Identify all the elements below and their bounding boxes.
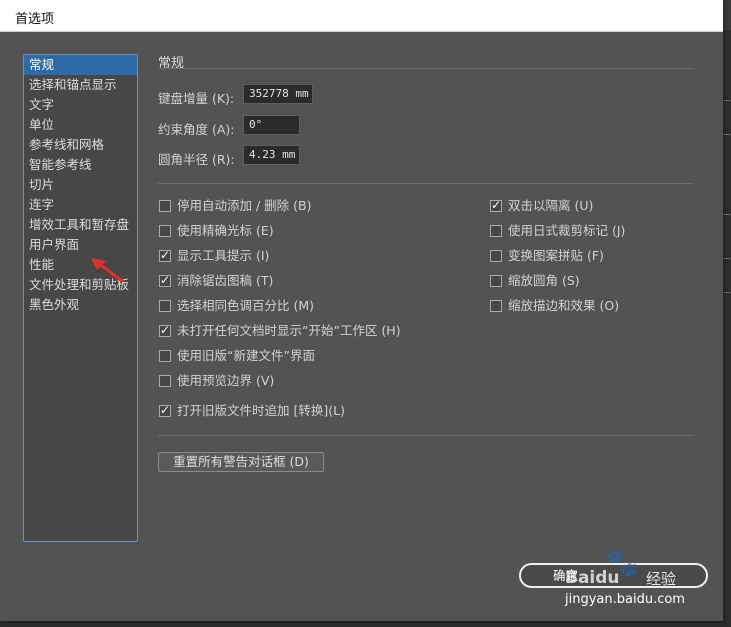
keyboard-increment-input[interactable]: 352778 mm (243, 84, 313, 104)
checkbox-label: 双击以隔离 (U) (508, 198, 594, 213)
checkmark-icon: ✓ (159, 323, 171, 337)
sidebar-item-plugins-scratch[interactable]: 增效工具和暂存盘 (24, 215, 137, 235)
checkbox-label: 选择相同色调百分比 (M) (177, 298, 315, 313)
checkbox-label: 显示工具提示 (I) (177, 248, 270, 263)
checkbox-label: 消除锯齿图稿 (T) (177, 273, 274, 288)
preferences-dialog: 首选项 常规 选择和锚点显示 文字 单位 参考线和网格 智能参考线 切片 连字 … (0, 0, 723, 621)
checkbox-box[interactable] (159, 375, 171, 387)
sidebar-item-label: 用户界面 (29, 237, 80, 252)
checkbox-label: 未打开任何文档时显示“开始”工作区 (H) (177, 323, 401, 338)
checkmark-icon: ✓ (159, 248, 171, 262)
checkbox-box[interactable]: ✓ (159, 273, 171, 287)
sidebar-item-black-appearance[interactable]: 黑色外观 (24, 295, 137, 315)
checkbox-box[interactable] (490, 275, 502, 287)
sidebar-item-smart-guides[interactable]: 智能参考线 (24, 155, 137, 175)
checkbox-box[interactable] (490, 250, 502, 262)
checkbox-box[interactable] (159, 225, 171, 237)
checkbox-box[interactable] (490, 300, 502, 312)
sidebar-item-slices[interactable]: 切片 (24, 175, 137, 195)
sidebar-item-label: 文字 (29, 97, 55, 112)
checkbox-label: 使用精确光标 (E) (177, 223, 274, 238)
checkmark-icon: ✓ (159, 403, 171, 417)
checkbox-label: 使用旧版“新建文件”界面 (177, 348, 315, 363)
watermark-text: 经验 (646, 570, 677, 588)
checkbox-box[interactable] (159, 300, 171, 312)
divider (158, 183, 692, 184)
keyboard-increment-label: 键盘增量 (K): (158, 91, 235, 106)
sidebar-item-general[interactable]: 常规 (24, 55, 137, 75)
sidebar-item-label: 参考线和网格 (29, 137, 105, 152)
corner-radius-label: 圆角半径 (R): (158, 152, 235, 167)
reset-warnings-button[interactable]: 重置所有警告对话框 (D) (158, 452, 324, 472)
sidebar-item-label: 黑色外观 (29, 297, 80, 312)
corner-radius-input[interactable]: 4.23 mm (243, 145, 300, 165)
sidebar-item-type[interactable]: 文字 (24, 95, 137, 115)
watermark-url: jingyan.baidu.com (565, 592, 685, 607)
sidebar-item-units[interactable]: 单位 (24, 115, 137, 135)
sidebar: 常规 选择和锚点显示 文字 单位 参考线和网格 智能参考线 切片 连字 增效工具… (23, 54, 138, 542)
checkbox-box[interactable]: ✓ (159, 323, 171, 337)
sidebar-item-guides-grid[interactable]: 参考线和网格 (24, 135, 137, 155)
sidebar-item-hyphenation[interactable]: 连字 (24, 195, 137, 215)
watermark-logo: Baidu (565, 568, 620, 588)
checkmark-icon: ✓ (490, 198, 502, 212)
constrain-angle-input[interactable]: 0° (243, 115, 300, 135)
sidebar-item-label: 选择和锚点显示 (29, 77, 117, 92)
checkbox-label: 缩放描边和效果 (O) (508, 298, 620, 313)
checkbox-label: 打开旧版文件时追加 [转换](L) (177, 403, 345, 418)
checkbox-label: 变换图案拼贴 (F) (508, 248, 604, 263)
checkbox-box[interactable]: ✓ (159, 248, 171, 262)
window-title: 首选项 (15, 12, 55, 27)
checkbox-label: 缩放圆角 (S) (508, 273, 580, 288)
checkbox-label: 使用预览边界 (V) (177, 373, 275, 388)
checkmark-icon: ✓ (159, 273, 171, 287)
sidebar-item-label: 性能 (29, 257, 55, 272)
divider (158, 435, 692, 436)
annotation-arrow-icon (91, 258, 124, 283)
divider (158, 68, 692, 69)
sidebar-item-label: 连字 (29, 197, 55, 212)
checkbox-box[interactable] (159, 200, 171, 212)
sidebar-item-label: 单位 (29, 117, 55, 132)
constrain-angle-label: 约束角度 (A): (158, 122, 235, 137)
background-app-right (723, 30, 731, 627)
sidebar-item-label: 智能参考线 (29, 157, 92, 172)
checkbox-label: 使用日式裁剪标记 (J) (508, 223, 626, 238)
checkbox-box[interactable]: ✓ (490, 198, 502, 212)
sidebar-item-user-interface[interactable]: 用户界面 (24, 235, 137, 255)
background-app-bottom (0, 621, 731, 627)
checkbox-label: 停用自动添加 / 删除 (B) (177, 198, 312, 213)
sidebar-item-selection-anchor[interactable]: 选择和锚点显示 (24, 75, 137, 95)
checkbox-box[interactable] (159, 350, 171, 362)
sidebar-item-label: 增效工具和暂存盘 (29, 217, 130, 232)
title-bar: 首选项 (0, 0, 723, 32)
sidebar-item-label: 常规 (29, 57, 55, 72)
sidebar-item-label: 切片 (29, 177, 55, 192)
checkbox-box[interactable]: ✓ (159, 403, 171, 417)
checkbox-box[interactable] (490, 225, 502, 237)
